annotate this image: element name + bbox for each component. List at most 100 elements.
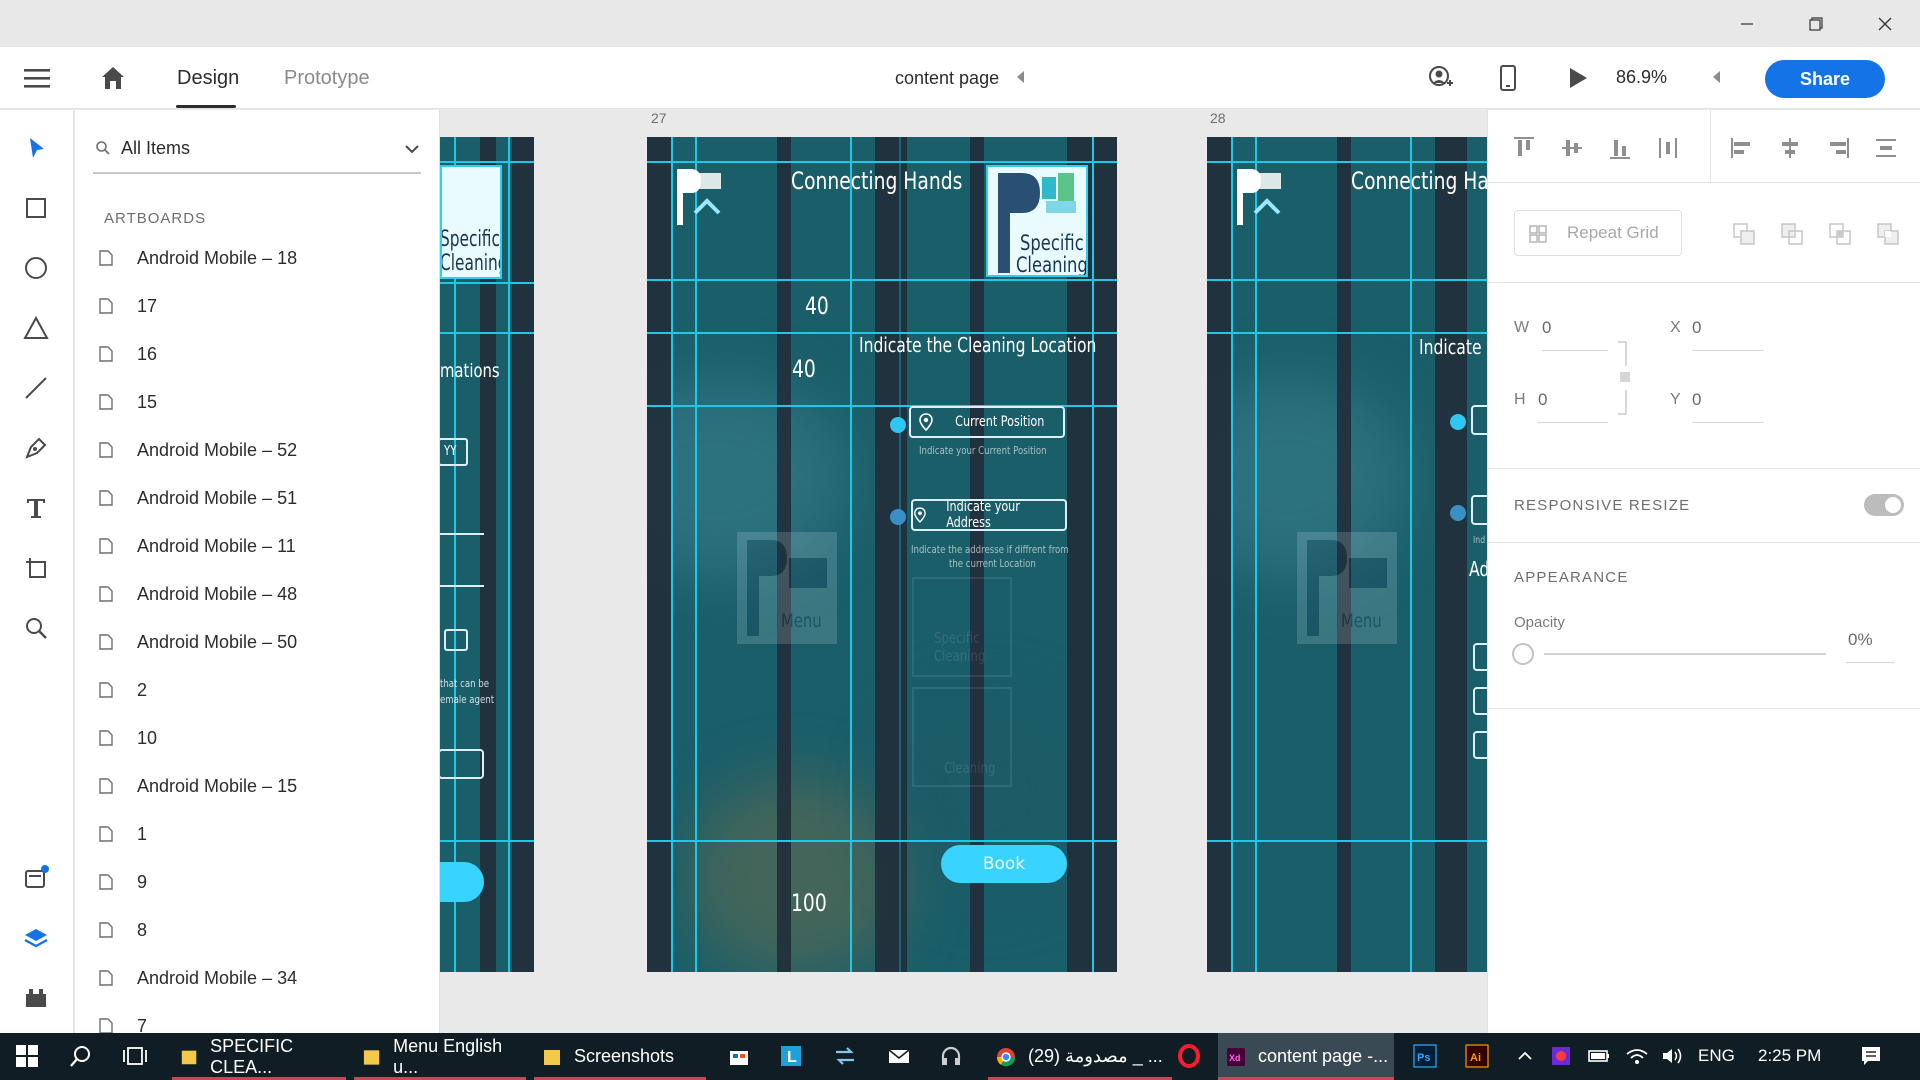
align-bottom-icon[interactable]: [1606, 134, 1634, 162]
close-button[interactable]: [1850, 0, 1920, 47]
artboard-list-item[interactable]: 10: [95, 714, 425, 762]
tray-app-icon[interactable]: [1546, 1041, 1576, 1071]
sync-icon[interactable]: [830, 1041, 860, 1071]
artboard-list-item[interactable]: Android Mobile – 48: [95, 570, 425, 618]
design-canvas[interactable]: Specific Cleaning mations YY that can be…: [440, 110, 1487, 1033]
artboard-list-item[interactable]: Android Mobile – 34: [95, 954, 425, 1002]
artboard-left-partial[interactable]: Specific Cleaning mations YY that can be…: [440, 137, 534, 972]
store-icon[interactable]: [724, 1041, 754, 1071]
clock[interactable]: 2:25 PM: [1758, 1046, 1821, 1066]
mail-icon[interactable]: [884, 1041, 914, 1071]
opacity-slider-knob[interactable]: [1512, 643, 1534, 665]
plugins-panel-button[interactable]: [20, 982, 52, 1014]
layers-panel-button[interactable]: [20, 922, 52, 954]
align-top-icon[interactable]: [1510, 134, 1538, 162]
artboard-list-item[interactable]: 8: [95, 906, 425, 954]
select-tool[interactable]: [20, 132, 52, 164]
artboard-list-item[interactable]: Android Mobile – 11: [95, 522, 425, 570]
book-button[interactable]: Book: [941, 845, 1067, 883]
share-button[interactable]: Share: [1765, 60, 1885, 98]
invite-collaborator-button[interactable]: [1424, 62, 1456, 94]
tab-design[interactable]: Design: [177, 67, 239, 90]
radio-current-position[interactable]: [890, 417, 906, 433]
tab-prototype[interactable]: Prototype: [284, 67, 370, 90]
polygon-tool[interactable]: [20, 312, 52, 344]
desktop-preview-button[interactable]: [1562, 62, 1594, 94]
artboard-list-item[interactable]: 1: [95, 810, 425, 858]
radio-address[interactable]: [890, 509, 906, 525]
boolean-intersect-icon[interactable]: [1828, 222, 1852, 246]
indicate-address-option[interactable]: Indicate your Address: [911, 499, 1067, 531]
wifi-icon[interactable]: [1622, 1041, 1652, 1071]
artboard-list-item[interactable]: 9: [95, 858, 425, 906]
y-field[interactable]: 0: [1692, 390, 1701, 410]
home-icon[interactable]: [98, 63, 128, 93]
boolean-subtract-icon[interactable]: [1780, 222, 1804, 246]
x-field[interactable]: 0: [1692, 318, 1701, 338]
taskbar-app-active[interactable]: Xd content page -...: [1218, 1033, 1394, 1080]
artboard-list-item[interactable]: 16: [95, 330, 425, 378]
artboard-list-item[interactable]: Android Mobile – 50: [95, 618, 425, 666]
boolean-add-icon[interactable]: [1732, 222, 1756, 246]
rectangle-tool[interactable]: [20, 192, 52, 224]
ellipse-tool[interactable]: [20, 252, 52, 284]
line-tool[interactable]: [20, 372, 52, 404]
artboard-list-item[interactable]: 17: [95, 282, 425, 330]
lock-aspect-icon[interactable]: [1616, 340, 1630, 416]
artboard-right-partial[interactable]: Connecting Hand Indicate t Ind Addre Men…: [1207, 137, 1487, 972]
artboard-list-item[interactable]: 7: [95, 1002, 425, 1033]
responsive-resize-toggle[interactable]: [1864, 494, 1904, 516]
minimize-button[interactable]: [1712, 0, 1782, 47]
current-position-option[interactable]: Current Position: [909, 406, 1065, 438]
zoom-level[interactable]: 86.9%: [1616, 67, 1667, 88]
align-left-icon[interactable]: [1728, 134, 1756, 162]
radio-address[interactable]: [1450, 505, 1466, 521]
artboard-list-item[interactable]: Android Mobile – 52: [95, 426, 425, 474]
pen-tool[interactable]: [20, 432, 52, 464]
cloud-doc-icon[interactable]: [1012, 69, 1028, 85]
layers-filter[interactable]: All Items: [93, 132, 421, 174]
taskbar-search-button[interactable]: [66, 1041, 96, 1071]
action-center-button[interactable]: [1856, 1041, 1886, 1071]
artboard-list-item[interactable]: 2: [95, 666, 425, 714]
distribute-vertical-icon[interactable]: [1654, 134, 1682, 162]
width-field[interactable]: 0: [1542, 318, 1551, 338]
artboard-tool[interactable]: [20, 552, 52, 584]
align-center-icon[interactable]: [1776, 134, 1804, 162]
photoshop-icon[interactable]: Ps: [1410, 1041, 1440, 1071]
lync-icon[interactable]: L: [776, 1041, 806, 1071]
repeat-grid-button[interactable]: Repeat Grid: [1514, 210, 1682, 256]
height-field[interactable]: 0: [1538, 390, 1547, 410]
artboard-list-item[interactable]: Android Mobile – 18: [95, 234, 425, 282]
hamburger-menu-icon[interactable]: [24, 67, 50, 89]
chevron-down-icon[interactable]: [403, 140, 421, 158]
zoom-tool[interactable]: [20, 612, 52, 644]
illustrator-icon[interactable]: Ai: [1462, 1041, 1492, 1071]
align-middle-icon[interactable]: [1558, 134, 1586, 162]
document-title[interactable]: content page: [895, 68, 999, 89]
tray-chevron-up-icon[interactable]: [1510, 1041, 1540, 1071]
align-right-icon[interactable]: [1824, 134, 1852, 162]
taskbar-app[interactable]: (29) مصدومة _ ...: [988, 1033, 1172, 1080]
artboard-main[interactable]: Connecting Hands Specific Cleaning 40 40…: [647, 137, 1117, 972]
radio-current-position[interactable]: [1450, 414, 1466, 430]
taskbar-app[interactable]: SPECIFIC CLEA...: [172, 1033, 346, 1080]
zoom-dropdown-icon[interactable]: [1708, 69, 1724, 85]
distribute-horizontal-icon[interactable]: [1872, 134, 1900, 162]
assets-panel-button[interactable]: [20, 862, 52, 894]
artboard-list-item[interactable]: Android Mobile – 15: [95, 762, 425, 810]
opacity-slider-track[interactable]: [1544, 653, 1826, 655]
headphones-icon[interactable]: [936, 1041, 966, 1071]
book-button-fragment[interactable]: [440, 862, 484, 902]
taskbar-app[interactable]: Menu English u...: [354, 1033, 526, 1080]
task-view-button[interactable]: [120, 1041, 150, 1071]
boolean-exclude-icon[interactable]: [1876, 222, 1900, 246]
language-indicator[interactable]: ENG: [1698, 1046, 1735, 1066]
battery-icon[interactable]: [1584, 1041, 1614, 1071]
start-button[interactable]: [12, 1041, 42, 1071]
volume-icon[interactable]: [1658, 1041, 1688, 1071]
opacity-value[interactable]: 0%: [1848, 630, 1873, 650]
text-tool[interactable]: [20, 492, 52, 524]
opera-icon[interactable]: [1174, 1041, 1204, 1071]
device-preview-button[interactable]: [1492, 62, 1524, 94]
